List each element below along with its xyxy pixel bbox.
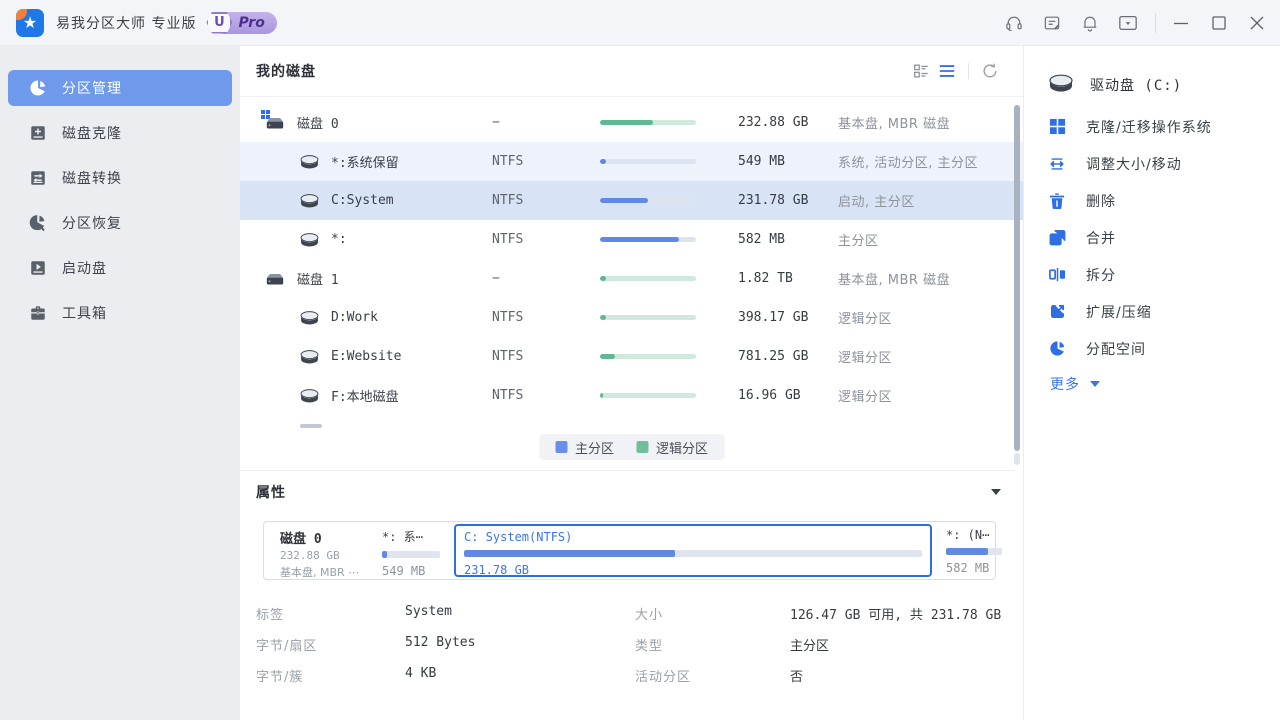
partition-icon [300, 349, 319, 364]
sidebar-item-toolbox[interactable]: 工具箱 [8, 295, 232, 331]
action-panel: 驱动盘 (C:) 克隆/迁移操作系统 调整大小/移动 删除 [1023, 46, 1280, 720]
resize-move-icon [1048, 155, 1066, 173]
merge-icon [1048, 229, 1066, 247]
scrollbar-track[interactable] [1014, 453, 1020, 465]
card-view-icon[interactable] [908, 59, 934, 83]
titlebar: ★ 易我分区大师 专业版 U Pro [0, 0, 1280, 46]
collapse-arrow-icon[interactable] [991, 489, 1001, 495]
disk-map-info: 磁盘 0 232.88 GB 基本盘, MBR ⋯ [264, 522, 374, 579]
table-row-d-work[interactable]: D:Work NTFS 398.17 GB 逻辑分区 [240, 298, 1023, 337]
legend-primary: 主分区 [555, 438, 614, 457]
disk-map-partition-star[interactable]: *: (N⋯ 582 MB [938, 522, 1008, 579]
allocate-space-icon [1048, 340, 1066, 358]
drive-icon [265, 115, 285, 131]
action-allocate-space[interactable]: 分配空间 [1024, 330, 1280, 367]
table-row-disk1[interactable]: 磁盘 1 − 1.82 TB 基本盘, MBR 磁盘 [240, 259, 1023, 298]
partition-icon [300, 310, 319, 325]
partition-icon [300, 232, 319, 247]
properties-fields: 标签 System 大小 126.47 GB 可用, 共 231.78 GB 字… [256, 604, 1003, 685]
action-resize-move[interactable]: 调整大小/移动 [1024, 145, 1280, 182]
action-merge[interactable]: 合并 [1024, 219, 1280, 256]
disk-clone-icon [28, 123, 48, 143]
app-window: ★ 易我分区大师 专业版 U Pro [0, 0, 1280, 720]
action-clone-migrate-os[interactable]: 克隆/迁移操作系统 [1024, 108, 1280, 145]
primary-color-swatch [555, 441, 567, 453]
windows-logo-icon [1048, 118, 1066, 136]
page-title: 我的磁盘 [256, 61, 316, 81]
sidebar-item-disk-clone[interactable]: 磁盘克隆 [8, 115, 232, 151]
maximize-button[interactable] [1204, 9, 1234, 37]
view-tools-separator [968, 63, 969, 79]
menu-dropdown-icon[interactable] [1115, 10, 1141, 36]
more-actions-link[interactable]: 更多 [1024, 367, 1280, 401]
extend-shrink-icon [1048, 303, 1066, 321]
table-row-c-system[interactable]: C:System NTFS 231.78 GB 启动, 主分区 [240, 181, 1023, 220]
logical-color-swatch [636, 441, 648, 453]
notification-bell-icon[interactable] [1077, 10, 1103, 36]
pie-chart-icon [28, 78, 48, 98]
table-row-sys-reserved[interactable]: *:系统保留 NTFS 549 MB 系统, 活动分区, 主分区 [240, 142, 1023, 181]
titlebar-separator [1155, 13, 1156, 33]
chevron-down-icon [1090, 381, 1100, 387]
trash-icon [1048, 192, 1066, 210]
action-delete[interactable]: 删除 [1024, 182, 1280, 219]
main-panel: 我的磁盘 [240, 46, 1023, 720]
system-badge-icon [261, 110, 270, 119]
list-view-icon[interactable] [934, 59, 960, 83]
drive-icon [265, 271, 285, 287]
properties-separator [240, 470, 1015, 471]
action-split[interactable]: 拆分 [1024, 256, 1280, 293]
partition-icon [300, 388, 319, 403]
sidebar-item-partition-manage[interactable]: 分区管理 [8, 70, 232, 106]
legend-logical: 逻辑分区 [636, 438, 708, 457]
boot-disk-icon [28, 258, 48, 278]
partial-next-row [300, 424, 322, 428]
table-row-disk0[interactable]: 磁盘 0 − 232.88 GB 基本盘, MBR 磁盘 [240, 103, 1023, 142]
pro-badge: U Pro [206, 11, 276, 35]
app-logo-icon: ★ [16, 9, 44, 37]
drive-partition-icon [1048, 73, 1074, 97]
app-title: 易我分区大师 专业版 [56, 13, 196, 33]
disk-map-partition-c[interactable]: C: System(NTFS) 231.78 GB [454, 524, 932, 577]
partition-recovery-icon [28, 213, 48, 233]
feedback-note-icon[interactable] [1039, 10, 1065, 36]
table-row-f-local[interactable]: F:本地磁盘 NTFS 16.96 GB 逻辑分区 [240, 376, 1023, 415]
sidebar-item-partition-recovery[interactable]: 分区恢复 [8, 205, 232, 241]
main-header: 我的磁盘 [240, 46, 1023, 97]
scrollbar-thumb[interactable] [1014, 105, 1020, 451]
left-sidebar: 分区管理 磁盘克隆 磁盘转换 分区恢复 启动盘 [0, 46, 240, 720]
support-headset-icon[interactable] [1001, 10, 1027, 36]
sidebar-item-boot-disk[interactable]: 启动盘 [8, 250, 232, 286]
disk-table: 磁盘 0 − 232.88 GB 基本盘, MBR 磁盘 *:系统保留 NTFS… [240, 103, 1023, 415]
split-icon [1048, 266, 1066, 284]
partition-legend: 主分区 逻辑分区 [539, 434, 724, 460]
table-row-e-website[interactable]: E:Website NTFS 781.25 GB 逻辑分区 [240, 337, 1023, 376]
selected-drive: 驱动盘 (C:) [1024, 68, 1280, 102]
properties-title: 属性 [256, 482, 286, 502]
properties-header: 属性 [256, 482, 1001, 502]
close-button[interactable] [1242, 9, 1272, 37]
partition-icon [300, 193, 319, 208]
action-extend-shrink[interactable]: 扩展/压缩 [1024, 293, 1280, 330]
partition-icon [300, 154, 319, 169]
minimize-button[interactable] [1166, 9, 1196, 37]
table-row-star[interactable]: *: NTFS 582 MB 主分区 [240, 220, 1023, 259]
pro-label: Pro [238, 15, 264, 31]
disk-map-partition-reserved[interactable]: *: 系⋯ 549 MB [374, 522, 452, 579]
refresh-icon[interactable] [977, 59, 1003, 83]
selected-drive-label: 驱动盘 (C:) [1090, 75, 1182, 95]
disk-map: 磁盘 0 232.88 GB 基本盘, MBR ⋯ *: 系⋯ 549 MB C… [263, 521, 996, 580]
sidebar-item-disk-convert[interactable]: 磁盘转换 [8, 160, 232, 196]
disk-convert-icon [28, 168, 48, 188]
toolbox-icon [28, 303, 48, 323]
